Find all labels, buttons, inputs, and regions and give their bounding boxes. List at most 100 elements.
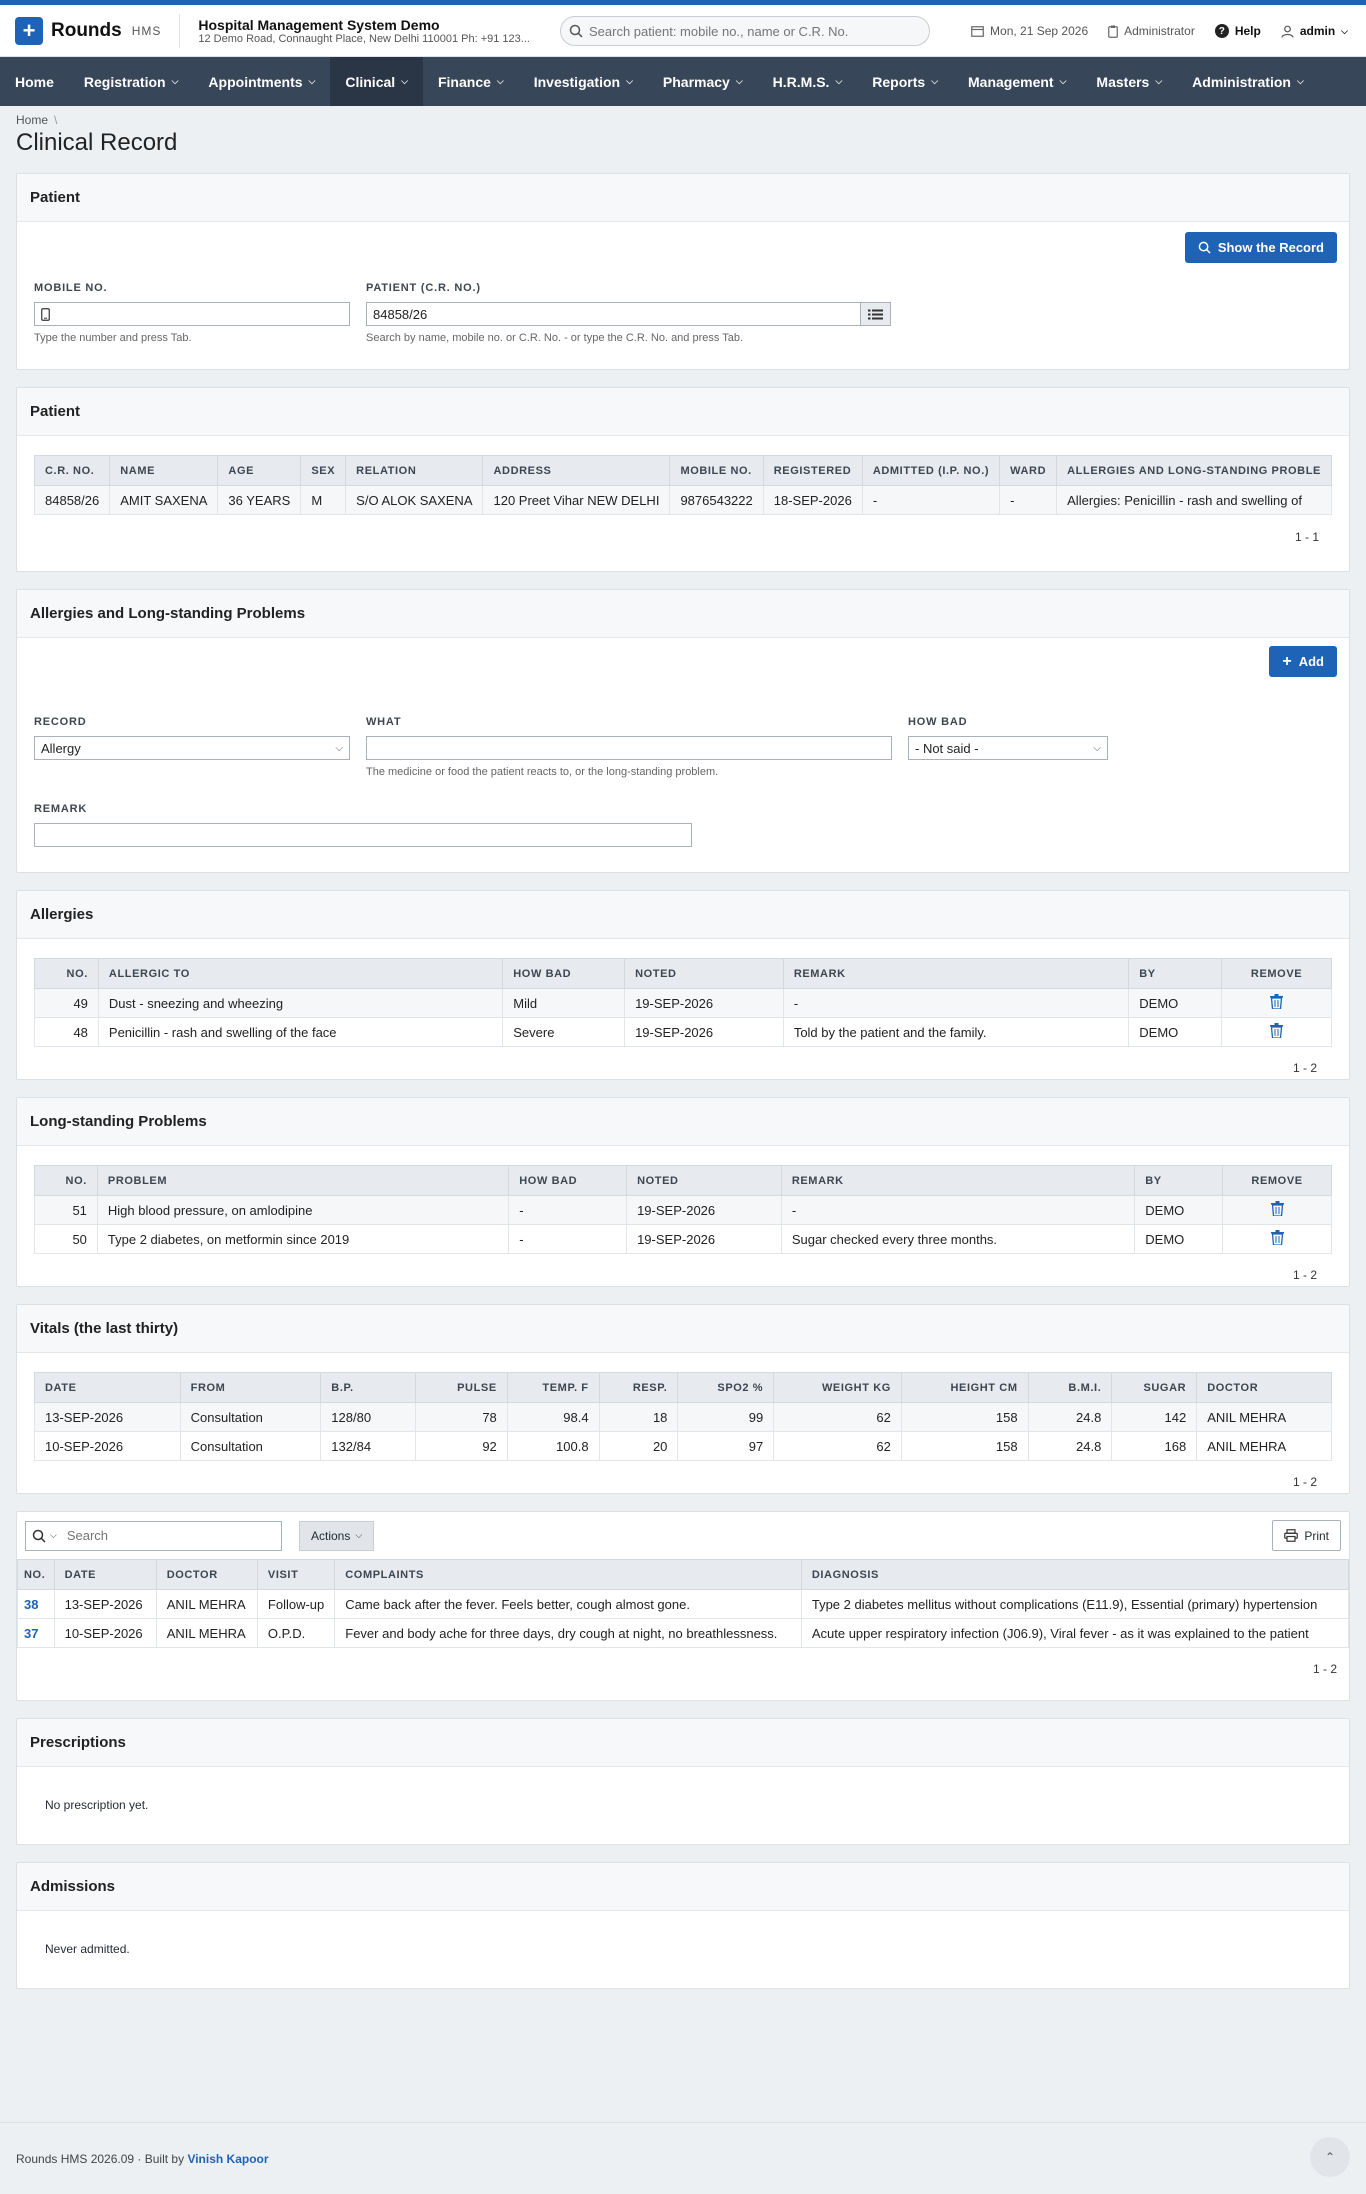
nav-masters[interactable]: Masters ⌵	[1081, 57, 1177, 106]
help-link[interactable]: ? Help	[1214, 24, 1261, 38]
column-header: Address	[482, 455, 671, 486]
nav-label: Investigation	[533, 73, 621, 90]
author-link[interactable]: Vinish Kapoor	[187, 2152, 268, 2166]
visit-link[interactable]: 37	[24, 1626, 38, 1641]
chevron-down-icon: ⌵	[1155, 76, 1163, 86]
column-header: Sex	[300, 455, 347, 486]
table-cell: 13-SEP-2026	[34, 1402, 181, 1432]
column-header: C.R. No.	[33, 455, 111, 486]
nav-hrms[interactable]: H.R.M.S. ⌵	[758, 57, 858, 106]
visit-link[interactable]: 38	[24, 1597, 38, 1612]
show-record-button[interactable]: Show the Record	[1184, 232, 1337, 263]
visits-search[interactable]: ⌵	[25, 1520, 282, 1551]
trash-icon[interactable]	[1270, 1023, 1284, 1038]
nav-appointments[interactable]: Appointments ⌵	[193, 57, 330, 106]
cr-number-field[interactable]: 84858/26	[366, 302, 862, 326]
list-picker-button[interactable]	[861, 302, 891, 326]
chevron-down-icon: ⌵	[735, 76, 743, 86]
table-cell: DEMO	[1128, 1017, 1223, 1047]
visits-card: ⌵ Actions ⌵ Print No. Date Doctor Visit …	[16, 1511, 1350, 1701]
app-logo[interactable]: + Rounds HMS	[15, 13, 181, 48]
nav-investigation[interactable]: Investigation ⌵	[519, 57, 648, 106]
patient-search-card: Patient Show the Record Mobile No. Type …	[16, 173, 1350, 370]
chevron-down-icon[interactable]: ⌵	[50, 1530, 57, 1541]
table-cell: 84858/26	[33, 485, 111, 515]
role-switch[interactable]: Administrator	[1108, 24, 1195, 38]
table-cell: 142	[1111, 1402, 1198, 1432]
add-record-button[interactable]: + Add	[1269, 646, 1337, 677]
column-header: Complaints	[334, 1559, 802, 1590]
chevron-down-icon: ⌵	[931, 76, 939, 86]
print-button[interactable]: Print	[1272, 1520, 1341, 1551]
column-header: Height Cm	[900, 1372, 1029, 1403]
table-row: 38 13-SEP-2026 ANIL MEHRA Follow-up Came…	[17, 1589, 1349, 1619]
nav-reports[interactable]: Reports ⌵	[857, 57, 953, 106]
table-cell: 24.8	[1027, 1431, 1113, 1461]
column-header: Mobile No.	[669, 455, 764, 486]
column-header: Ward	[999, 455, 1058, 486]
column-header: Weight Kg	[773, 1372, 902, 1403]
column-header: From	[179, 1372, 322, 1403]
chevron-down-icon: ⌵	[1296, 76, 1304, 86]
card-title: Vitals (the last thirty)	[17, 1305, 1349, 1353]
global-search[interactable]	[560, 16, 930, 46]
remark-field[interactable]	[34, 823, 692, 847]
table-row: 51 High blood pressure, on amlodipine - …	[34, 1195, 1332, 1225]
nav-finance[interactable]: Finance ⌵	[423, 57, 519, 106]
pager: 1 - 2	[1312, 1662, 1337, 1676]
column-header: No.	[34, 958, 99, 989]
table-cell: 120 Preet Vihar NEW DELHI	[482, 485, 671, 515]
nav-home[interactable]: Home	[0, 57, 69, 106]
column-header: By	[1134, 1165, 1224, 1196]
nav-label: Management	[968, 73, 1054, 90]
trash-icon[interactable]	[1270, 994, 1284, 1009]
show-record-label: Show the Record	[1217, 240, 1324, 255]
how-bad-select[interactable]: - Not said - ⌵	[908, 736, 1108, 760]
calendar-icon	[971, 26, 984, 37]
table-cell: DEMO	[1134, 1195, 1224, 1225]
global-search-input[interactable]	[589, 23, 909, 39]
current-date-text: Mon, 21 Sep 2026	[990, 24, 1089, 38]
mobile-help: Type the number and press Tab.	[34, 332, 192, 344]
nav-management[interactable]: Management ⌵	[953, 57, 1081, 106]
table-cell: 78	[415, 1402, 508, 1432]
plus-icon: +	[15, 16, 43, 45]
column-header: Diagnosis	[800, 1559, 1349, 1590]
nav-pharmacy[interactable]: Pharmacy ⌵	[648, 57, 758, 106]
table-cell: M	[300, 485, 347, 515]
nav-clinical[interactable]: Clinical ⌵	[330, 57, 423, 106]
mobile-label: Mobile No.	[34, 282, 108, 294]
trash-icon[interactable]	[1270, 1201, 1284, 1216]
breadcrumb-home[interactable]: Home	[16, 113, 48, 127]
back-to-top-button[interactable]: ⌃	[1310, 2137, 1350, 2177]
record-select[interactable]: Allergy ⌵	[34, 736, 350, 760]
table-cell: -	[782, 988, 1130, 1018]
column-header: Remove	[1222, 1165, 1332, 1196]
pager: 1 - 1	[1294, 530, 1319, 544]
column-header: Date	[53, 1559, 157, 1590]
table-row: 50 Type 2 diabetes, on metformin since 2…	[34, 1224, 1332, 1254]
vitals-table: Date From B.P. Pulse Temp. F Resp. SpO2 …	[34, 1372, 1332, 1461]
current-date: Mon, 21 Sep 2026	[971, 24, 1088, 38]
app-subname: HMS	[131, 23, 162, 38]
column-header: Noted	[624, 958, 784, 989]
search-icon	[569, 24, 583, 38]
nav-administration[interactable]: Administration ⌵	[1177, 57, 1319, 106]
visits-search-input[interactable]	[66, 1528, 267, 1543]
trash-icon[interactable]	[1270, 1230, 1284, 1245]
column-header: Pulse	[415, 1372, 508, 1403]
table-cell: 97	[677, 1431, 775, 1461]
nav-label: Masters	[1096, 73, 1150, 90]
nav-registration[interactable]: Registration ⌵	[69, 57, 194, 106]
mobile-field[interactable]	[34, 302, 350, 326]
table-cell: 19-SEP-2026	[626, 1224, 782, 1254]
actions-menu-button[interactable]: Actions ⌵	[299, 1520, 375, 1551]
user-menu[interactable]: admin ⌵	[1281, 24, 1348, 38]
nav-label: Finance	[437, 73, 491, 90]
nav-label: Pharmacy	[662, 73, 730, 90]
remove-cell	[1221, 1017, 1332, 1047]
allergies-card: Allergies No. Allergic To How Bad Noted …	[16, 890, 1350, 1080]
table-cell: 92	[415, 1431, 508, 1461]
what-field[interactable]	[366, 736, 892, 760]
table-cell: Told by the patient and the family.	[782, 1017, 1130, 1047]
